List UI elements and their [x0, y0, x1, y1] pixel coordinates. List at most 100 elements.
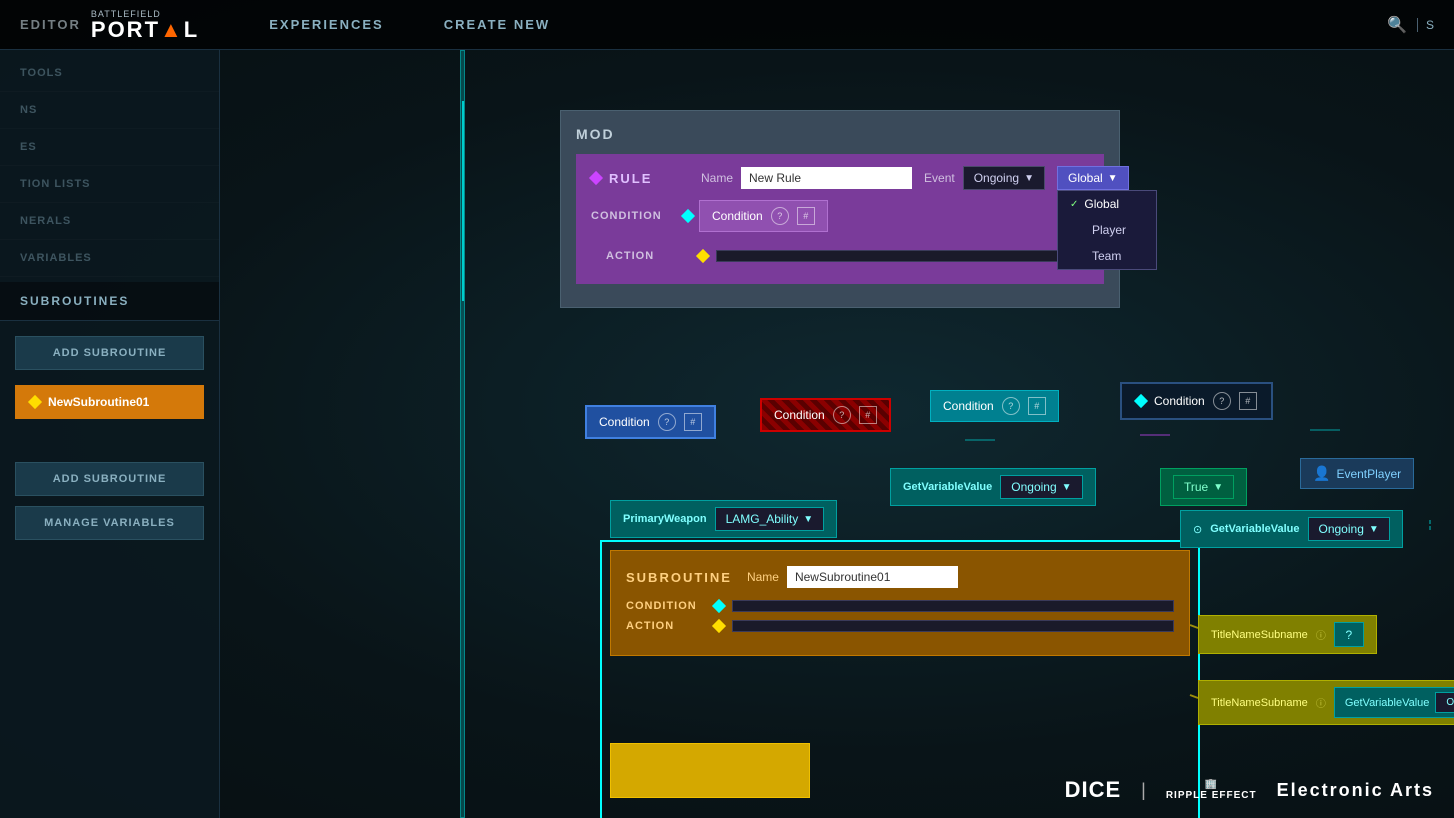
global-option-player[interactable]: Player — [1058, 217, 1156, 243]
global-caret-icon: ▼ — [1108, 173, 1118, 184]
event-dropdown[interactable]: Ongoing ▼ — [963, 166, 1045, 190]
sidebar: TOOLS NS ES TION LISTS NERALS VARIABLES … — [0, 50, 220, 818]
float-dark-hash-icon[interactable]: # — [1239, 392, 1257, 410]
portal-text: PORT▲L — [91, 19, 199, 41]
logo-area: EDITOR BATTLEFIELD PORT▲L — [20, 9, 199, 41]
subroutine-item-01[interactable]: NewSubroutine01 — [15, 385, 204, 419]
subroutine-condition-bar — [732, 600, 1174, 612]
add-subroutine-button-2[interactable]: ADD SUBROUTINE — [15, 462, 204, 496]
title-name-gvv-icon-1[interactable]: ? — [1334, 622, 1364, 647]
sidebar-item-action-lists[interactable]: TION LISTS — [0, 166, 219, 203]
title-name-block-1: TitleNameSubname ⓘ ? — [1198, 615, 1377, 654]
float-cyan-hash-icon[interactable]: # — [1028, 397, 1046, 415]
lamg-caret-icon: ▼ — [803, 514, 813, 525]
action-diamond-icon — [696, 249, 710, 263]
true-caret-icon: ▼ — [1213, 482, 1223, 493]
subroutine-action-row: ACTION — [626, 620, 1174, 632]
float-red-hash-icon[interactable]: # — [859, 406, 877, 424]
condition-pill-blue[interactable]: Condition ? # — [585, 405, 716, 439]
sidebar-item-generals[interactable]: NERALS — [0, 203, 219, 240]
subroutines-header: SUBROUTINES — [0, 282, 219, 321]
event-field-label: Event — [924, 171, 955, 185]
rule-event-group: Event Ongoing ▼ — [924, 166, 1045, 190]
float-condition-red: Condition ? # — [760, 398, 891, 432]
float-cyan-help-icon[interactable]: ? — [1002, 397, 1020, 415]
float-condition-cyan: Condition ? # — [930, 390, 1059, 422]
add-subroutine-button[interactable]: ADD SUBROUTINE — [15, 336, 204, 370]
float-condition-dark: Condition ? # — [1120, 382, 1273, 420]
nav-items: EXPERIENCES CREATE NEW — [259, 12, 560, 37]
gvv-ongoing-dropdown[interactable]: Ongoing ▼ — [1000, 475, 1082, 499]
search-icon[interactable]: 🔍 — [1387, 15, 1407, 35]
sidebar-item-ns[interactable]: NS — [0, 92, 219, 129]
global-option-team[interactable]: Team — [1058, 243, 1156, 269]
manage-variables-button[interactable]: MANAGE VARIABLES — [15, 506, 204, 540]
condition-pill[interactable]: Condition ? # — [699, 200, 828, 232]
sidebar-menu-list: TOOLS NS ES TION LISTS NERALS VARIABLES — [0, 50, 219, 282]
condition-row: CONDITION Condition ? # — [591, 200, 1089, 232]
nav-create-new[interactable]: CREATE NEW — [434, 12, 560, 37]
condition-sub-label: CONDITION — [591, 210, 671, 222]
condition-pill-dark[interactable]: Condition ? # — [1120, 382, 1273, 420]
true-dropdown[interactable]: True ▼ — [1173, 475, 1234, 499]
nav-experiences[interactable]: EXPERIENCES — [259, 12, 393, 37]
condition-pill-red[interactable]: Condition ? # — [760, 398, 891, 432]
main-canvas[interactable]: MOD RULE Name Event Ongoing ▼ — [230, 50, 1454, 818]
subroutine-header: SUBROUTINE Name — [626, 566, 1174, 588]
gvv-right-caret-icon: ▼ — [1369, 524, 1379, 535]
top-navigation: EDITOR BATTLEFIELD PORT▲L EXPERIENCES CR… — [0, 0, 1454, 50]
search-text: S — [1417, 18, 1434, 32]
gvv-ongoing-block: GetVariableValue Ongoing ▼ — [890, 468, 1096, 506]
editor-label: EDITOR — [20, 17, 81, 32]
subroutine-action-bar — [732, 620, 1174, 632]
gvv-right-icon: ⊙ — [1193, 523, 1202, 536]
name-field-label: Name — [701, 171, 733, 185]
event-caret-icon: ▼ — [1024, 173, 1034, 184]
sidebar-item-es[interactable]: ES — [0, 129, 219, 166]
float-dark-help-icon[interactable]: ? — [1213, 392, 1231, 410]
dark-diamond-icon — [1134, 394, 1148, 408]
bottom-logos: DICE | 🏢 RIPPLE EFFECT Electronic Arts — [1065, 777, 1434, 803]
condition-help-icon[interactable]: ? — [771, 207, 789, 225]
condition-hash-icon[interactable]: # — [797, 207, 815, 225]
true-block: True ▼ — [1160, 468, 1247, 506]
action-bar — [716, 250, 1074, 262]
condition-pill-cyan[interactable]: Condition ? # — [930, 390, 1059, 422]
float-blue-hash-icon[interactable]: # — [684, 413, 702, 431]
left-scroll-indicator[interactable] — [460, 50, 465, 818]
logo-separator-1: | — [1141, 780, 1146, 801]
sub-condition-diamond — [712, 599, 726, 613]
lamg-ability-dropdown[interactable]: LAMG_Ability ▼ — [715, 507, 825, 531]
title-name-ongoing-dropdown[interactable]: Ongoing ▼ — [1435, 692, 1454, 713]
rule-header: RULE Name Event Ongoing ▼ Global ▼ — [591, 166, 1089, 190]
mod-label: MOD — [576, 126, 1104, 142]
global-dropdown-btn[interactable]: Global ▼ — [1057, 166, 1129, 190]
global-option-global[interactable]: ✓ Global — [1058, 191, 1156, 217]
primary-weapon-block: PrimaryWeapon LAMG_Ability ▼ — [610, 500, 837, 538]
rule-name-group: Name — [701, 167, 912, 189]
title-name-help-icon-1[interactable]: ⓘ — [1316, 627, 1326, 642]
rule-name-input[interactable] — [741, 167, 912, 189]
sidebar-item-variables[interactable]: VARIABLES — [0, 240, 219, 277]
subroutine-condition-row: CONDITION — [626, 600, 1174, 612]
global-dropdown-container: Global ▼ ✓ Global Player — [1057, 166, 1129, 190]
rule-block: RULE Name Event Ongoing ▼ Global ▼ — [576, 154, 1104, 284]
subroutine-name-label: Name — [747, 570, 779, 584]
title-name-help-icon-2[interactable]: ⓘ — [1316, 695, 1326, 710]
float-condition-blue: Condition ? # — [585, 405, 716, 439]
rule-diamond-icon — [589, 171, 603, 185]
ripple-effect-logo: 🏢 RIPPLE EFFECT — [1166, 779, 1257, 801]
float-red-help-icon[interactable]: ? — [833, 406, 851, 424]
subroutine-diamond-icon — [28, 395, 42, 409]
sub-action-diamond — [712, 619, 726, 633]
subroutine-label: SUBROUTINE — [626, 570, 732, 585]
title-name-gvv-block[interactable]: GetVariableValue Ongoing ▼ — [1334, 687, 1454, 718]
subroutine-name-input[interactable] — [787, 566, 958, 588]
search-area: 🔍 S — [1387, 15, 1434, 35]
gvv-right-ongoing-dropdown[interactable]: Ongoing ▼ — [1308, 517, 1390, 541]
gvv-caret-icon: ▼ — [1062, 482, 1072, 493]
sidebar-item-tools[interactable]: TOOLS — [0, 55, 219, 92]
global-dropdown-menu: ✓ Global Player Team — [1057, 190, 1157, 270]
event-player-block: 👤 EventPlayer — [1300, 458, 1414, 489]
float-blue-help-icon[interactable]: ? — [658, 413, 676, 431]
